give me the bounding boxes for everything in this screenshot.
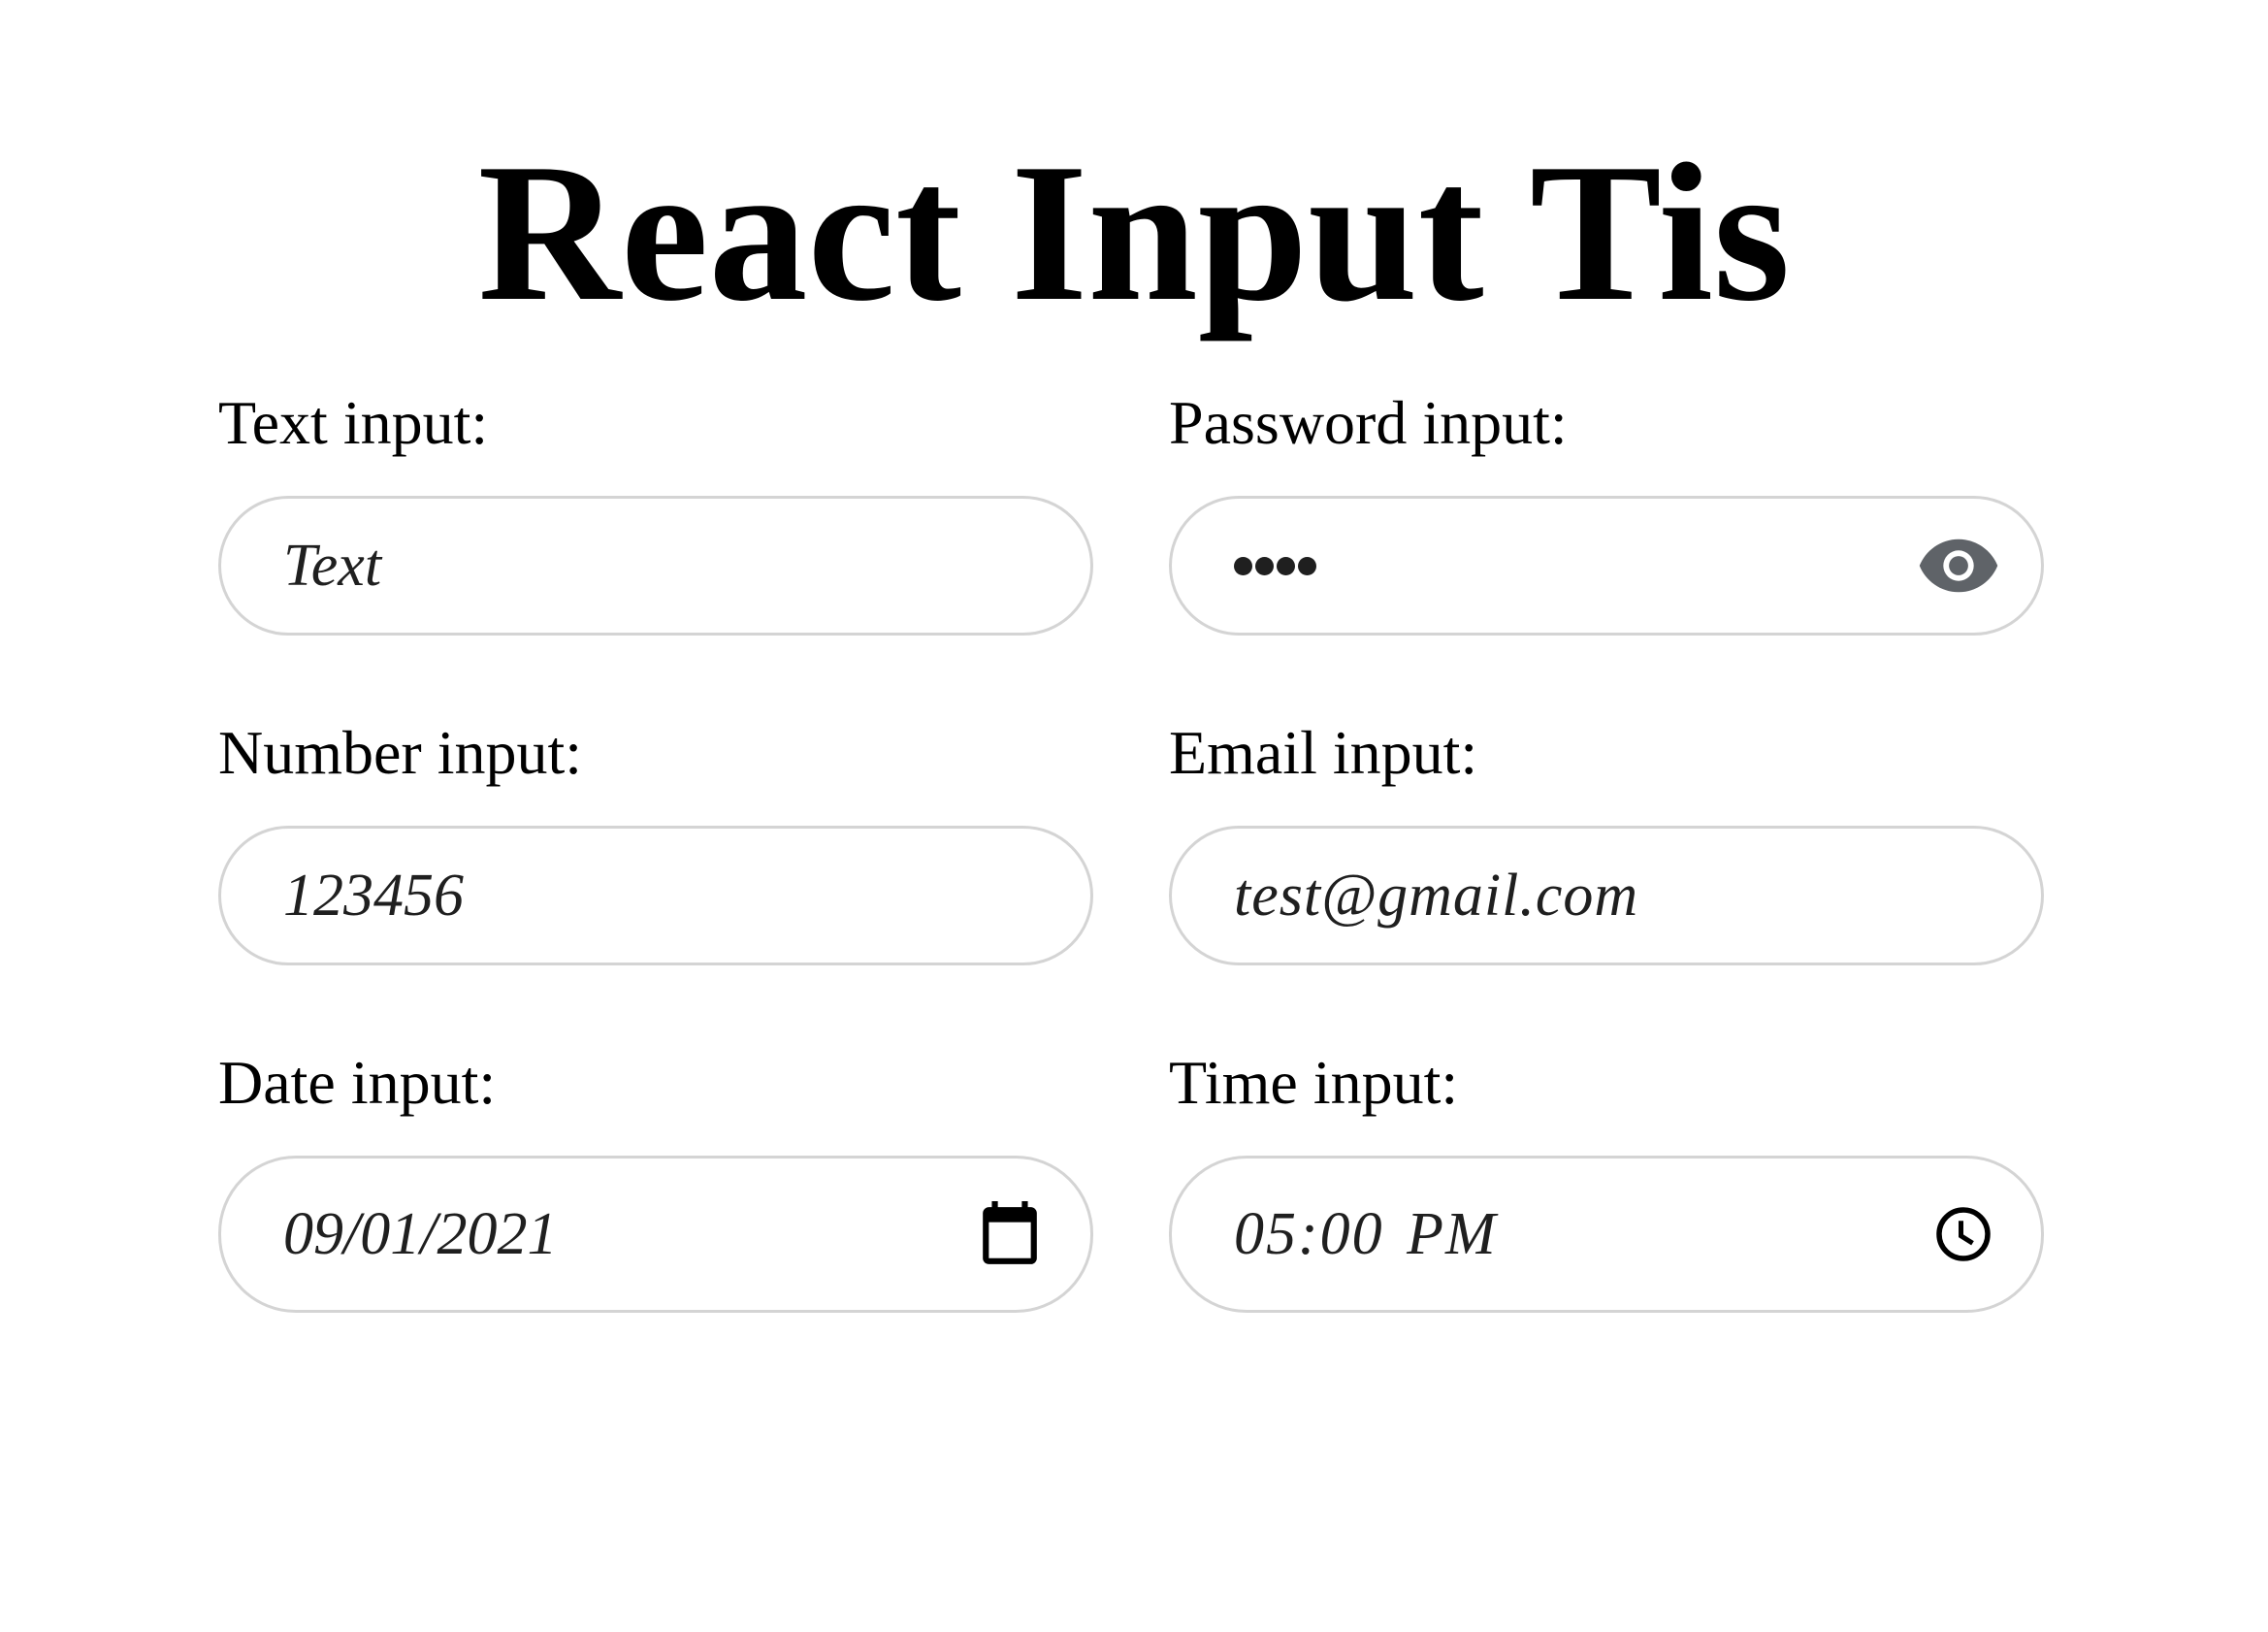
time-input[interactable]: 05:00 PM xyxy=(1169,1156,2044,1313)
clock-icon[interactable] xyxy=(1934,1205,1993,1263)
number-input-value: 123456 xyxy=(283,863,464,929)
password-mask-dot xyxy=(1298,556,1316,575)
email-input-value: test@gmail.com xyxy=(1234,863,1639,929)
number-input[interactable]: 123456 xyxy=(218,826,1093,965)
password-input-label: Password input: xyxy=(1169,388,1568,457)
time-input-label: Time input: xyxy=(1169,1048,1459,1117)
page-title: React Input Tis xyxy=(477,123,1791,343)
password-mask-dot xyxy=(1277,556,1295,575)
eye-icon[interactable] xyxy=(1919,538,1998,594)
password-input[interactable] xyxy=(1169,496,2044,636)
text-input-label: Text input: xyxy=(218,388,489,457)
email-input[interactable]: test@gmail.com xyxy=(1169,826,2044,965)
text-input-value: Text xyxy=(283,533,382,599)
password-mask xyxy=(1234,556,1919,575)
time-input-value: 05:00 PM xyxy=(1234,1201,1498,1267)
email-input-label: Email input: xyxy=(1169,718,1478,787)
number-input-label: Number input: xyxy=(218,718,583,787)
password-mask-dot xyxy=(1255,556,1274,575)
password-mask-dot xyxy=(1234,556,1252,575)
date-input-label: Date input: xyxy=(218,1048,497,1117)
text-input[interactable]: Text xyxy=(218,496,1093,636)
date-input-value: 09/01/2021 xyxy=(283,1201,558,1267)
calendar-icon[interactable] xyxy=(980,1201,1040,1267)
date-input[interactable]: 09/01/2021 xyxy=(218,1156,1093,1313)
